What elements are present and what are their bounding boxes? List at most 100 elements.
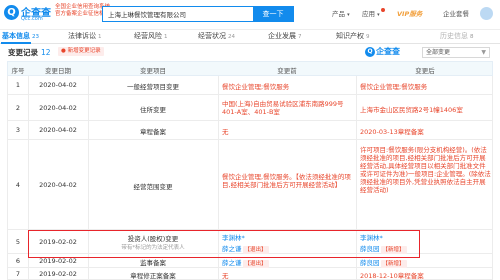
search-button[interactable]: 查一下: [253, 6, 293, 22]
section-count: 12: [41, 48, 51, 57]
logo[interactable]: Q 企查查 Qcc.com: [4, 3, 51, 23]
table-row: 2 2020-04-02 住所变更 中国(上海)自由贸易试验区浦东南路999号4…: [7, 95, 493, 121]
new-tag: 【新增】: [380, 260, 407, 268]
before-person-link[interactable]: 薛之谦 【退出】: [222, 257, 269, 268]
notification-dot-icon: [380, 8, 385, 12]
table-row: 4 2020-04-02 经营范围变更 餐饮企业管理,餐饮服务。【依法须经批准的…: [7, 140, 493, 230]
row-before: 餐饮企业管理,餐饮服务。【依法须经批准的项目,经相关部门批准后方可开展经营活动】: [222, 173, 351, 189]
row-date: 2020-04-02: [39, 181, 77, 189]
row-index: 7: [15, 270, 21, 278]
row-date: 2020-04-02: [39, 104, 77, 112]
row-index: 4: [15, 181, 21, 189]
row-index: 6: [15, 257, 21, 265]
row-item: 住所变更: [140, 106, 166, 114]
row-after: 2020-03-13章程备案: [360, 128, 424, 136]
tab-operation[interactable]: 经营状况 24: [198, 31, 235, 41]
search-box: 查一下: [102, 6, 294, 22]
nav-enterprise-label: 企业套餐: [443, 10, 469, 18]
header-after: 变更后: [415, 67, 435, 75]
avatar[interactable]: [480, 7, 493, 20]
exit-tag-text: 退出: [250, 261, 262, 267]
section-title-text: 变更记录: [8, 48, 38, 57]
tab-ip[interactable]: 知识产权 9: [336, 31, 370, 41]
row-date: 2020-04-02: [39, 126, 77, 134]
nav-products-label: 产品: [332, 10, 345, 18]
row-index: 2: [15, 104, 21, 112]
tab-basic-info[interactable]: 基本信息 23: [2, 31, 39, 41]
table-row: 3 2020-04-02 章程备案 无 2020-03-13章程备案: [7, 121, 493, 140]
row-date: 2019-02-02: [39, 257, 77, 265]
tab-development[interactable]: 企业发展 7: [268, 31, 302, 41]
tab-count: 7: [298, 34, 302, 40]
nav-apps-label: 应用: [362, 10, 375, 18]
tab-count: 9: [366, 34, 370, 40]
new-record-badge[interactable]: ● 新增变更记录: [58, 47, 104, 56]
exit-tag: 【退出】: [242, 260, 269, 268]
table-row: 7 2019-02-02 章程修正案备案 无 2018-12-10章程备案: [7, 268, 493, 280]
row-item: 经营范围变更: [133, 183, 173, 191]
header-index: 序号: [11, 67, 25, 75]
row-date: 2020-04-02: [39, 81, 77, 89]
brand-watermark: Q 企查查: [365, 46, 400, 57]
tab-label: 法律诉讼: [68, 32, 96, 40]
nav-vip[interactable]: VIP服务: [397, 8, 422, 18]
tab-label: 知识产权: [336, 32, 364, 40]
nav-products[interactable]: 产品 ▾: [332, 8, 350, 18]
row-index: 1: [15, 81, 21, 89]
row-before: 餐饮企业管理;餐饮服务: [222, 83, 290, 91]
table-row: 1 2020-04-02 一般经营项目变更 餐饮企业管理;餐饮服务 餐饮企业管理…: [7, 76, 493, 95]
new-tag-text: 新增: [388, 261, 400, 267]
section-title: 变更记录 12: [8, 47, 51, 58]
table-header: 序号 变更日期 变更项目 变更前 变更后: [7, 61, 493, 76]
row-index: 3: [15, 126, 21, 134]
brand-icon: Q: [365, 46, 375, 57]
tab-label: 经营风险: [134, 32, 162, 40]
header-date: 变更日期: [45, 67, 71, 75]
nav-enterprise[interactable]: 企业套餐: [443, 8, 469, 18]
row-item: 一般经营项目变更: [127, 83, 179, 91]
tab-count: 23: [32, 34, 39, 40]
badge-text: 新增变更记录: [67, 48, 101, 54]
row-before: 中国(上海)自由贸易试验区浦东南路999号401-A室、401-B室: [222, 100, 344, 116]
top-bar: Q 企查查 Qcc.com 全国企业信用查询系统 官方备案企业征信机构 查一下 …: [0, 0, 500, 30]
nav-apps[interactable]: 应用 ▾: [362, 8, 385, 18]
person-name: 薛之谦: [222, 259, 242, 267]
after-person-link[interactable]: 薛良园 【新增】: [360, 257, 407, 268]
tab-label: 企业发展: [268, 32, 296, 40]
logo-icon: Q: [4, 5, 19, 20]
tab-label: 基本信息: [2, 32, 30, 40]
tab-label: 经营状况: [198, 32, 226, 40]
search-input[interactable]: [103, 7, 253, 21]
header-item: 变更项目: [140, 67, 166, 75]
tab-risk[interactable]: 经营风险 1: [134, 31, 168, 41]
row-before: 无: [222, 128, 229, 136]
filter-select-value: 全部变更: [426, 49, 451, 56]
tab-label: 历史信息: [440, 32, 468, 40]
tab-bar: 基本信息 23 法律诉讼 1 经营风险 1 经营状况 24 企业发展 7 知识产权 9 历史…: [0, 30, 500, 44]
highlight-annotation: [28, 230, 420, 258]
row-date: 2019-02-02: [39, 270, 77, 278]
row-index: 5: [15, 238, 21, 246]
tab-count: 24: [228, 34, 235, 40]
row-item: 章程修正案备案: [130, 272, 176, 280]
row-after: 餐饮企业管理;餐饮服务: [360, 83, 428, 91]
tab-count: 8: [470, 34, 474, 40]
person-name: 薛良园: [360, 259, 380, 267]
tab-legal[interactable]: 法律诉讼 1: [68, 31, 102, 41]
row-after: 2018-12-10章程备案: [360, 272, 424, 280]
row-after: 上海市金山区民贸路2号1幢1406室: [360, 106, 463, 114]
row-after: 许可项目:餐饮服务(限分支机构经营)。(依法须经批准的项目,经相关部门批准后方可…: [360, 146, 491, 194]
section-header: 变更记录 12 ● 新增变更记录 Q 企查查 全部变更 ▼: [0, 44, 500, 60]
tab-count: 1: [164, 34, 168, 40]
tab-history[interactable]: 历史信息 8: [440, 31, 474, 41]
row-item: 监事备案: [140, 259, 166, 267]
tab-count: 1: [98, 34, 102, 40]
nav-vip-label: VIP服务: [397, 10, 423, 18]
logo-domain: Qcc.com: [21, 16, 43, 22]
row-before: 无: [222, 272, 229, 280]
row-item: 章程备案: [140, 128, 166, 136]
chevron-down-icon: ▼: [481, 49, 486, 56]
header-before: 变更前: [277, 67, 297, 75]
brand-text: 企查查: [376, 47, 400, 56]
filter-select[interactable]: 全部变更 ▼: [422, 47, 490, 58]
